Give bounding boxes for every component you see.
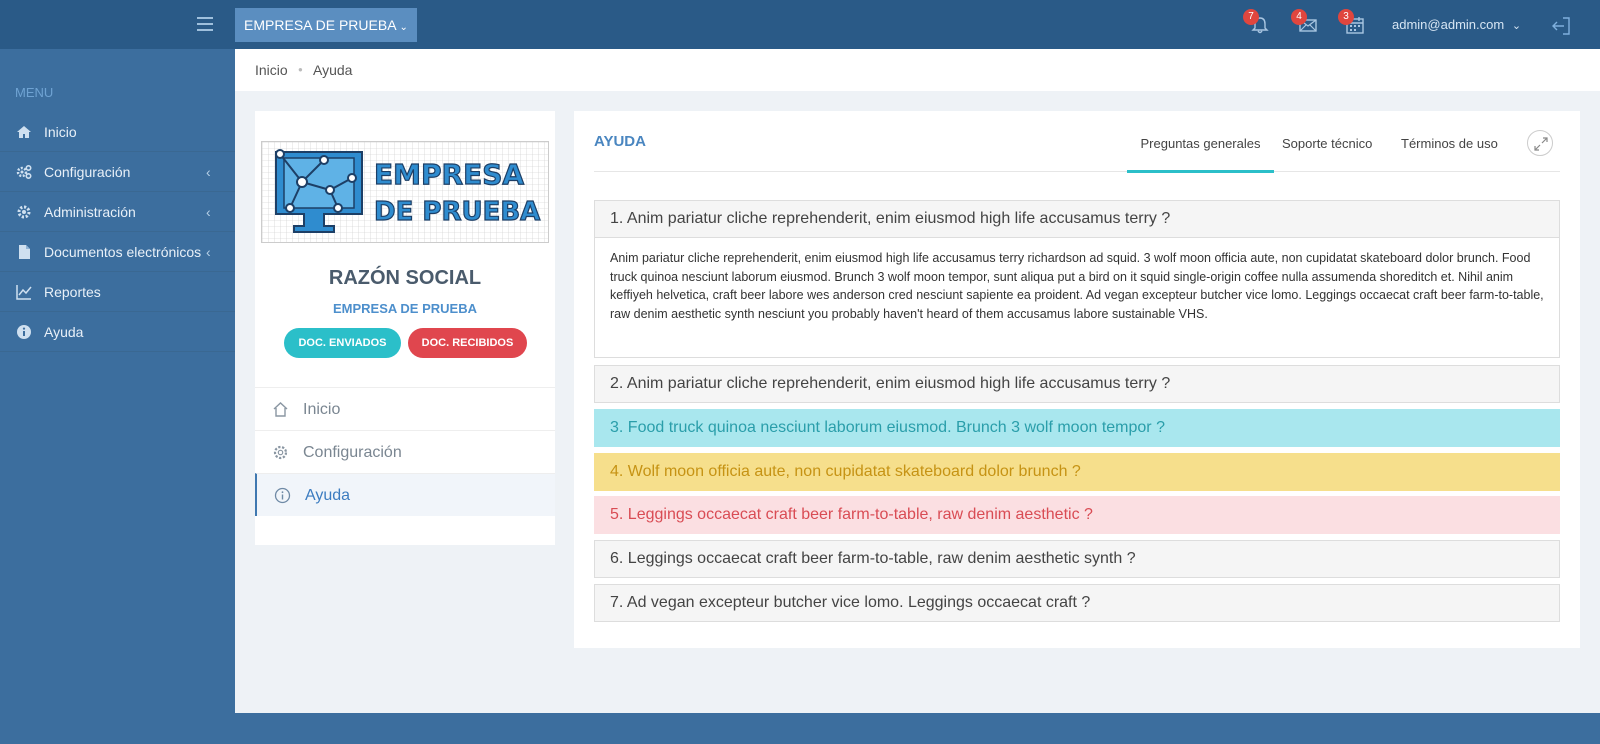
sidebar-item-label: Documentos electrónicos — [44, 244, 202, 260]
breadcrumb-separator: ● — [298, 65, 303, 74]
company-name-subtitle: EMPRESA DE PRUEBA — [333, 301, 477, 316]
main-content: Inicio ● Ayuda EMPRESA DE PRUEBA RAZÓN S… — [235, 49, 1600, 713]
company-name-title: RAZÓN SOCIAL — [328, 267, 482, 289]
faq-question-1[interactable]: 1. Anim pariatur cliche reprehenderit, e… — [594, 200, 1560, 238]
calendar-button[interactable]: 3 — [1338, 9, 1366, 36]
faq-answer-1: Anim pariatur cliche reprehenderit, enim… — [594, 237, 1560, 358]
profile-nav-ayuda[interactable]: Ayuda — [255, 473, 555, 516]
help-panel: AYUDA Preguntas generales Soporte técnic… — [574, 111, 1580, 648]
company-profile-card: EMPRESA DE PRUEBA RAZÓN SOCIAL EMPRESA D… — [255, 111, 555, 545]
profile-nav-label: Ayuda — [305, 487, 351, 504]
hamburger-menu-icon[interactable] — [197, 17, 213, 31]
sidebar-item-label: Ayuda — [44, 324, 84, 340]
home-outline-icon — [273, 402, 288, 417]
profile-nav-configuracion[interactable]: Configuración — [255, 430, 555, 473]
logo-text-line2: DE PRUEBA — [374, 197, 540, 227]
tab-terminos-de-uso[interactable]: Términos de uso — [1401, 135, 1498, 173]
notifications-count-badge: 7 — [1243, 9, 1259, 25]
chevron-left-icon: ‹ — [206, 244, 211, 260]
gear-outline-icon — [273, 445, 288, 460]
profile-nav-inicio[interactable]: Inicio — [255, 387, 555, 430]
calendar-count-badge: 3 — [1338, 9, 1354, 25]
info-icon — [17, 325, 31, 339]
file-icon — [19, 245, 30, 259]
company-selector-dropdown[interactable]: EMPRESA DE PRUEBA ⌄ — [235, 8, 417, 42]
sidebar-item-ayuda[interactable]: Ayuda — [0, 312, 235, 352]
sign-out-icon — [1552, 17, 1570, 35]
faq-question-2[interactable]: 2. Anim pariatur cliche reprehenderit, e… — [594, 365, 1560, 403]
tab-preguntas-generales[interactable]: Preguntas generales — [1127, 135, 1274, 173]
sidebar-menu-title: MENU — [15, 85, 54, 100]
company-selector-label: EMPRESA DE PRUEBA — [244, 17, 397, 33]
footer-bar — [235, 713, 1600, 744]
chevron-left-icon: ‹ — [206, 164, 211, 180]
sidebar-item-label: Administración — [44, 204, 136, 220]
messages-button[interactable]: 4 — [1291, 9, 1319, 36]
sidebar-item-reportes[interactable]: Reportes — [0, 272, 235, 312]
chart-line-icon — [16, 285, 32, 300]
help-panel-title: AYUDA — [594, 133, 646, 150]
gear-icon — [17, 205, 31, 219]
logo-text-line1: EMPRESA — [374, 158, 524, 191]
faq-question-7[interactable]: 7. Ad vegan excepteur butcher vice lomo.… — [594, 584, 1560, 622]
sidebar-item-documentos-electronicos[interactable]: Documentos electrónicos ‹ — [0, 232, 235, 272]
breadcrumb: Inicio ● Ayuda — [235, 49, 1600, 91]
top-navbar: EMPRESA DE PRUEBA ⌄ 7 4 3 admin@admin.com… — [0, 0, 1600, 49]
expand-panel-button[interactable] — [1527, 130, 1553, 156]
sidebar-item-administracion[interactable]: Administración ‹ — [0, 192, 235, 232]
sidebar-item-label: Reportes — [44, 284, 101, 300]
tab-soporte-tecnico[interactable]: Soporte técnico — [1282, 135, 1372, 173]
sidebar-item-label: Configuración — [44, 164, 131, 180]
user-email: admin@admin.com — [1392, 17, 1505, 32]
sidebar: MENU Inicio Configuración ‹ Administraci… — [0, 49, 235, 744]
sidebar-item-label: Inicio — [44, 124, 77, 140]
chevron-left-icon: ‹ — [206, 204, 211, 220]
messages-count-badge: 4 — [1291, 9, 1307, 25]
received-documents-button[interactable]: DOC. RECIBIDOS — [408, 328, 527, 358]
faq-question-3[interactable]: 3. Food truck quinoa nesciunt laborum ei… — [594, 409, 1560, 447]
chevron-down-icon: ⌄ — [399, 22, 408, 33]
logout-button[interactable] — [1550, 15, 1572, 37]
profile-nav-label: Configuración — [303, 444, 402, 461]
sidebar-item-inicio[interactable]: Inicio — [0, 112, 235, 152]
info-circle-icon — [274, 487, 291, 504]
faq-question-5[interactable]: 5. Leggings occaecat craft beer farm-to-… — [594, 496, 1560, 534]
faq-question-4[interactable]: 4. Wolf moon officia aute, non cupidatat… — [594, 453, 1560, 491]
user-menu-dropdown[interactable]: admin@admin.com ⌄ — [1392, 17, 1521, 32]
sidebar-item-configuracion[interactable]: Configuración ‹ — [0, 152, 235, 192]
notifications-button[interactable]: 7 — [1243, 9, 1271, 36]
expand-icon — [1534, 137, 1548, 151]
faq-question-6[interactable]: 6. Leggings occaecat craft beer farm-to-… — [594, 540, 1560, 578]
sent-documents-button[interactable]: DOC. ENVIADOS — [284, 328, 401, 358]
profile-nav-label: Inicio — [303, 401, 341, 418]
home-icon — [17, 126, 31, 138]
chevron-down-icon: ⌄ — [1511, 20, 1522, 32]
breadcrumb-current: Ayuda — [313, 62, 353, 78]
cogs-icon — [16, 164, 32, 180]
company-logo: EMPRESA DE PRUEBA — [261, 141, 549, 243]
breadcrumb-home-link[interactable]: Inicio — [255, 49, 288, 91]
